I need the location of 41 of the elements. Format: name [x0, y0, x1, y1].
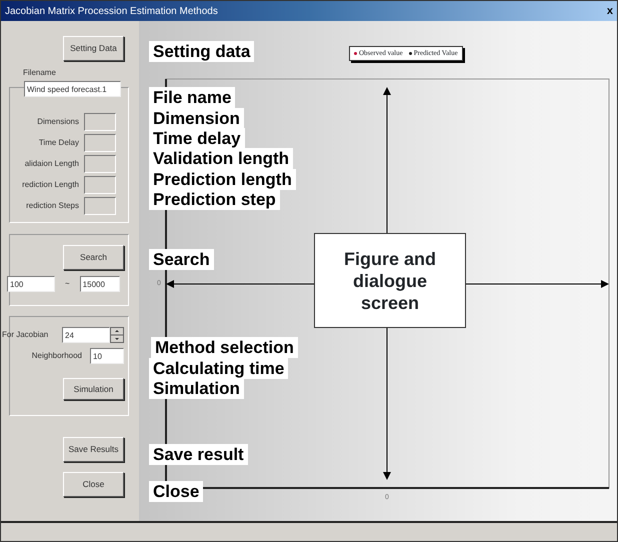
annotation-label: Close — [149, 481, 204, 502]
annotation-label: Method selection — [151, 337, 298, 358]
annotation-label: Time delay — [149, 128, 245, 149]
text-field[interactable] — [84, 134, 116, 152]
field-label: Dimensions — [36, 116, 79, 128]
field-label: For Jacobian — [2, 329, 50, 341]
annotation-label: Save result — [149, 444, 248, 465]
close-button[interactable]: Close — [63, 472, 124, 497]
setting-data-button[interactable]: Setting Data — [63, 36, 124, 61]
text-field[interactable] — [84, 112, 116, 130]
save-results-button[interactable]: Save Results — [63, 437, 124, 462]
field-label: Neighborhood — [30, 350, 82, 362]
annotation-label: Search — [149, 249, 214, 270]
annotation-label: Setting data — [149, 41, 254, 62]
text-field[interactable] — [84, 176, 116, 194]
neighborhood-field[interactable]: 10 — [90, 348, 124, 364]
annotation-label: Prediction length — [149, 169, 296, 190]
text-field[interactable] — [84, 154, 116, 172]
field-label: alidaion Length — [24, 158, 79, 170]
spinner-icon[interactable] — [110, 327, 124, 343]
field-label: Filename — [23, 68, 56, 78]
callout-label: Figure and dialogue screen — [314, 233, 466, 328]
annotation-label: Dimension — [149, 108, 244, 129]
annotation-label: Validation length — [149, 148, 294, 169]
field-label: rediction Length — [21, 178, 79, 190]
annotation-label: Simulation — [149, 378, 244, 399]
field-label: Time Delay — [38, 136, 79, 148]
annotation-label: Prediction step — [149, 189, 280, 210]
filename-field[interactable]: Wind speed forecast.1 — [24, 81, 121, 97]
search-button[interactable]: Search — [63, 245, 124, 270]
range-start-field[interactable]: 100 — [7, 276, 55, 292]
field-label: rediction Steps — [25, 200, 79, 212]
jacobian-field[interactable]: 24 — [62, 327, 110, 343]
text-field[interactable] — [84, 196, 116, 214]
simulation-button[interactable]: Simulation — [63, 378, 124, 400]
range-separator: ~ — [65, 278, 70, 290]
close-button[interactable]: x — [606, 2, 613, 20]
range-end-field[interactable]: 15000 — [80, 276, 120, 292]
annotation-label: File name — [149, 87, 236, 108]
annotation-label: Calculating time — [149, 358, 288, 379]
window-title: Jacobian Matrix Procession Estimation Methods — [4, 4, 218, 18]
